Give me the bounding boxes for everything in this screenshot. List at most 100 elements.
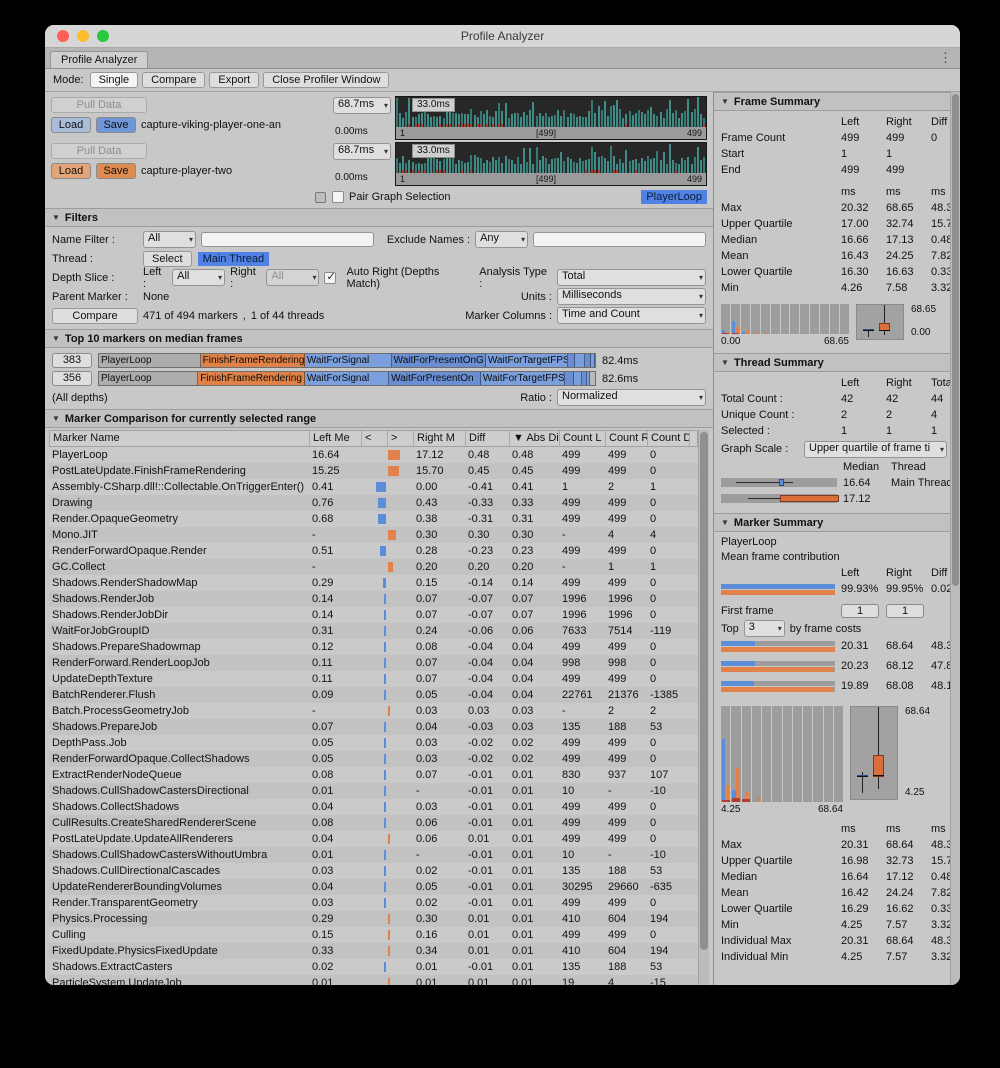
table-row[interactable]: Shadows.RenderJobDir0.140.07-0.070.07199… — [49, 607, 698, 623]
column-header-1[interactable]: Left Me — [310, 431, 362, 446]
marker-stack-bar[interactable]: PlayerLoopFinishFrameRenderingWaitForSig… — [98, 353, 596, 368]
frame-boxplot[interactable] — [856, 304, 904, 340]
graph-scale-dropdown[interactable]: Upper quartile of frame ti — [804, 441, 947, 458]
marker-segment[interactable]: FinishFrameRendering — [198, 372, 305, 385]
table-row[interactable]: DepthPass.Job0.050.03-0.020.024994990 — [49, 735, 698, 751]
marker-segment[interactable]: WaitForTargetFPS — [481, 372, 565, 385]
thread-value-chip[interactable]: Main Thread — [198, 252, 270, 266]
table-row[interactable]: RenderForwardOpaque.CollectShadows0.050.… — [49, 751, 698, 767]
scrollbar-thumb[interactable] — [952, 94, 959, 586]
depth-left-dropdown[interactable]: All — [172, 269, 225, 286]
filters-section-header[interactable]: ▼ Filters — [45, 208, 713, 227]
table-row[interactable]: CullResults.CreateSharedRendererScene0.0… — [49, 815, 698, 831]
pull-data-button[interactable]: Pull Data — [51, 97, 147, 113]
exclude-names-input[interactable] — [533, 232, 706, 247]
table-row[interactable]: RenderForwardOpaque.Render0.510.28-0.230… — [49, 543, 698, 559]
first-frame-left-button[interactable]: 1 — [841, 604, 879, 618]
table-row[interactable]: Shadows.RenderShadowMap0.290.15-0.140.14… — [49, 575, 698, 591]
marker-segment[interactable] — [591, 354, 595, 367]
table-row[interactable]: Render.OpaqueGeometry0.680.38-0.310.3149… — [49, 511, 698, 527]
table-row[interactable]: Shadows.RenderJob0.140.07-0.070.07199619… — [49, 591, 698, 607]
name-filter-mode-dropdown[interactable]: All — [143, 231, 196, 248]
top-frame-row[interactable]: 20.2368.1247.89 — [721, 658, 953, 678]
table-row[interactable]: Mono.JIT-0.300.300.30-44 — [49, 527, 698, 543]
top-frame-row[interactable]: 19.8968.0848.19 — [721, 678, 953, 698]
summary-scrollbar[interactable] — [950, 92, 960, 985]
marker-segment[interactable] — [587, 372, 590, 385]
table-row[interactable]: Shadows.CullShadowCastersDirectional0.01… — [49, 783, 698, 799]
pair-graph-selection-checkbox[interactable] — [332, 191, 344, 203]
foldout-triangle-icon[interactable]: ▼ — [721, 358, 729, 367]
name-filter-input[interactable] — [201, 232, 374, 247]
pull-data-button[interactable]: Pull Data — [51, 143, 147, 159]
marker-segment[interactable]: WaitForTargetFPS — [486, 354, 568, 367]
column-header-marker-name[interactable]: Marker Name — [50, 431, 310, 446]
marker-histogram[interactable] — [721, 706, 843, 802]
frame-time-graph[interactable]: 33.0ms 1 [499] 499 — [395, 96, 707, 140]
foldout-triangle-icon[interactable]: ▼ — [721, 97, 729, 106]
mode-compare-button[interactable]: Compare — [142, 72, 205, 88]
marker-segment[interactable] — [574, 372, 581, 385]
table-row[interactable]: Shadows.ExtractCasters0.020.01-0.010.011… — [49, 959, 698, 975]
analysis-type-dropdown[interactable]: Total — [557, 269, 706, 286]
table-row[interactable]: PostLateUpdate.UpdateAllRenderers0.040.0… — [49, 831, 698, 847]
comparison-scrollbar[interactable] — [698, 430, 709, 985]
column-header-3[interactable]: > — [388, 431, 414, 446]
kebab-menu-icon[interactable]: ⋮ — [939, 50, 952, 66]
marker-segment[interactable]: PlayerLoop — [99, 372, 198, 385]
thread-summary-header[interactable]: ▼ Thread Summary — [714, 353, 960, 372]
frame-range-strip[interactable]: 1 [499] 499 — [396, 127, 706, 139]
table-row[interactable]: Assembly-CSharp.dll!::Collectable.OnTrig… — [49, 479, 698, 495]
frame-summary-header[interactable]: ▼ Frame Summary — [714, 92, 960, 111]
tab-profile-analyzer[interactable]: Profile Analyzer — [50, 51, 148, 68]
thread-select-button[interactable]: Select — [143, 251, 192, 267]
table-row[interactable]: Culling0.150.160.010.014994990 — [49, 927, 698, 943]
table-row[interactable]: UpdateDepthTexture0.110.07-0.040.0449949… — [49, 671, 698, 687]
marker-segment[interactable]: WaitForSignal — [305, 372, 389, 385]
table-row[interactable]: Shadows.PrepareJob0.070.04-0.030.0313518… — [49, 719, 698, 735]
depth-right-dropdown[interactable]: All — [266, 269, 319, 286]
close-window-button[interactable] — [57, 30, 69, 42]
load-button[interactable]: Load — [51, 163, 91, 179]
column-header-2[interactable]: < — [362, 431, 388, 446]
table-row[interactable]: BatchRenderer.Flush0.090.05-0.040.042276… — [49, 687, 698, 703]
thread-range-widget[interactable] — [721, 475, 843, 491]
column-header-4[interactable]: Right M — [414, 431, 466, 446]
table-row[interactable]: Shadows.CullShadowCastersWithoutUmbra0.0… — [49, 847, 698, 863]
top10-section-header[interactable]: ▼ Top 10 markers on median frames — [45, 329, 713, 348]
zoom-window-button[interactable] — [97, 30, 109, 42]
comparison-section-header[interactable]: ▼ Marker Comparison for currently select… — [45, 409, 713, 428]
frame-histogram[interactable] — [721, 304, 849, 334]
titlebar[interactable]: Profile Analyzer — [45, 25, 960, 48]
first-frame-right-button[interactable]: 1 — [886, 604, 924, 618]
marker-segment[interactable]: WaitForPresentOn — [389, 372, 481, 385]
foldout-triangle-icon[interactable]: ▼ — [721, 518, 729, 527]
frame-index-button[interactable]: 356 — [52, 371, 92, 386]
column-header-6[interactable]: ▼ Abs Diff — [510, 431, 560, 446]
selected-marker-chip[interactable]: PlayerLoop — [641, 190, 707, 204]
graph-scale-dropdown[interactable]: 68.7ms — [333, 97, 391, 114]
thread-range-widget[interactable] — [721, 491, 843, 507]
marker-segment[interactable]: WaitForSignal — [305, 354, 392, 367]
column-header-8[interactable]: Count R — [606, 431, 648, 446]
table-row[interactable]: Shadows.CullDirectionalCascades0.030.02-… — [49, 863, 698, 879]
column-header-7[interactable]: Count L — [560, 431, 606, 446]
table-row[interactable]: Drawing0.760.43-0.330.334994990 — [49, 495, 698, 511]
marker-stack-bar[interactable]: PlayerLoopFinishFrameRenderingWaitForSig… — [98, 371, 596, 386]
mode-single-button[interactable]: Single — [90, 72, 139, 88]
marker-segment[interactable]: WaitForPresentOnG — [392, 354, 486, 367]
table-row[interactable]: RenderForward.RenderLoopJob0.110.07-0.04… — [49, 655, 698, 671]
comparison-table-header[interactable]: Marker NameLeft Me<>Right MDiff▼ Abs Dif… — [49, 430, 698, 447]
table-row[interactable]: GC.Collect-0.200.200.20-11 — [49, 559, 698, 575]
top-frame-row[interactable]: 20.3168.6448.33 — [721, 638, 953, 658]
minimize-window-button[interactable] — [77, 30, 89, 42]
save-button[interactable]: Save — [96, 117, 136, 133]
marker-summary-header[interactable]: ▼ Marker Summary — [714, 513, 960, 532]
ratio-dropdown[interactable]: Normalized — [557, 389, 706, 406]
table-row[interactable]: Render.TransparentGeometry0.030.02-0.010… — [49, 895, 698, 911]
table-row[interactable]: Shadows.CollectShadows0.040.03-0.010.014… — [49, 799, 698, 815]
table-row[interactable]: Shadows.PrepareShadowmap0.120.08-0.040.0… — [49, 639, 698, 655]
auto-right-checkbox[interactable] — [324, 272, 336, 284]
foldout-triangle-icon[interactable]: ▼ — [52, 334, 60, 343]
marker-columns-dropdown[interactable]: Time and Count — [557, 307, 706, 324]
